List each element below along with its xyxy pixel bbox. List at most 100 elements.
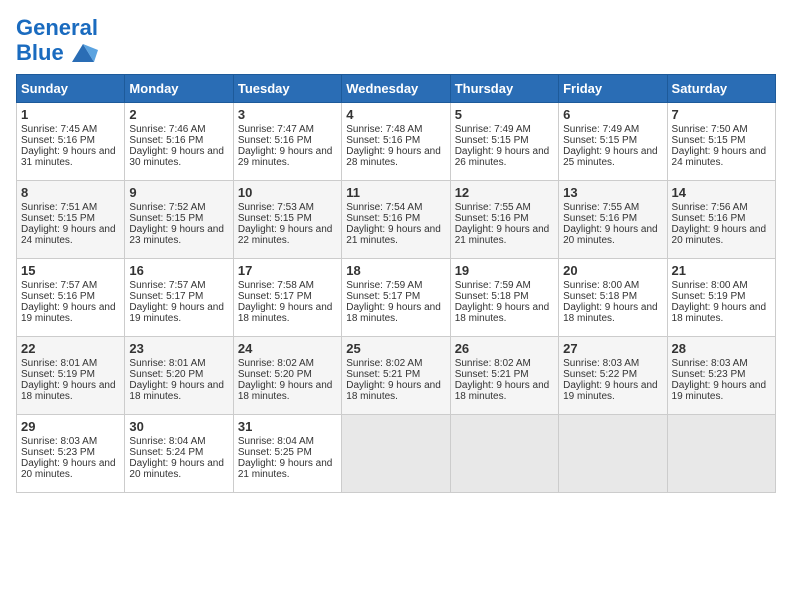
daylight-text: Daylight: 9 hours and 22 minutes. — [238, 224, 333, 246]
sunset-text: Sunset: 5:16 PM — [455, 213, 529, 224]
sunset-text: Sunset: 5:16 PM — [21, 291, 95, 302]
calendar-cell: 2Sunrise: 7:46 AMSunset: 5:16 PMDaylight… — [125, 103, 233, 181]
day-number: 19 — [455, 263, 554, 278]
day-number: 7 — [672, 107, 771, 122]
sunrise-text: Sunrise: 7:52 AM — [129, 202, 205, 213]
sunrise-text: Sunrise: 8:02 AM — [455, 358, 531, 369]
sunrise-text: Sunrise: 8:01 AM — [21, 358, 97, 369]
day-number: 10 — [238, 185, 337, 200]
calendar-cell: 21Sunrise: 8:00 AMSunset: 5:19 PMDayligh… — [667, 259, 775, 337]
calendar-cell: 29Sunrise: 8:03 AMSunset: 5:23 PMDayligh… — [17, 415, 125, 493]
weekday-header-tuesday: Tuesday — [233, 75, 341, 103]
sunset-text: Sunset: 5:17 PM — [238, 291, 312, 302]
sunrise-text: Sunrise: 7:45 AM — [21, 124, 97, 135]
daylight-text: Daylight: 9 hours and 18 minutes. — [563, 302, 658, 324]
sunset-text: Sunset: 5:20 PM — [129, 369, 203, 380]
day-number: 31 — [238, 419, 337, 434]
daylight-text: Daylight: 9 hours and 19 minutes. — [21, 302, 116, 324]
sunset-text: Sunset: 5:18 PM — [563, 291, 637, 302]
day-number: 6 — [563, 107, 662, 122]
day-number: 26 — [455, 341, 554, 356]
sunrise-text: Sunrise: 7:56 AM — [672, 202, 748, 213]
day-number: 3 — [238, 107, 337, 122]
calendar-cell: 17Sunrise: 7:58 AMSunset: 5:17 PMDayligh… — [233, 259, 341, 337]
calendar-cell: 4Sunrise: 7:48 AMSunset: 5:16 PMDaylight… — [342, 103, 450, 181]
daylight-text: Daylight: 9 hours and 23 minutes. — [129, 224, 224, 246]
weekday-header-friday: Friday — [559, 75, 667, 103]
daylight-text: Daylight: 9 hours and 18 minutes. — [238, 302, 333, 324]
calendar-cell: 19Sunrise: 7:59 AMSunset: 5:18 PMDayligh… — [450, 259, 558, 337]
sunrise-text: Sunrise: 7:53 AM — [238, 202, 314, 213]
week-row-4: 22Sunrise: 8:01 AMSunset: 5:19 PMDayligh… — [17, 337, 776, 415]
calendar-cell — [667, 415, 775, 493]
calendar-cell: 24Sunrise: 8:02 AMSunset: 5:20 PMDayligh… — [233, 337, 341, 415]
sunset-text: Sunset: 5:16 PM — [672, 213, 746, 224]
calendar-cell: 13Sunrise: 7:55 AMSunset: 5:16 PMDayligh… — [559, 181, 667, 259]
daylight-text: Daylight: 9 hours and 21 minutes. — [455, 224, 550, 246]
calendar-cell: 31Sunrise: 8:04 AMSunset: 5:25 PMDayligh… — [233, 415, 341, 493]
sunrise-text: Sunrise: 7:49 AM — [563, 124, 639, 135]
header: General Blue — [16, 16, 776, 66]
daylight-text: Daylight: 9 hours and 19 minutes. — [672, 380, 767, 402]
calendar-cell: 3Sunrise: 7:47 AMSunset: 5:16 PMDaylight… — [233, 103, 341, 181]
logo-blue: Blue — [16, 41, 64, 65]
day-number: 23 — [129, 341, 228, 356]
day-number: 9 — [129, 185, 228, 200]
day-number: 1 — [21, 107, 120, 122]
daylight-text: Daylight: 9 hours and 24 minutes. — [21, 224, 116, 246]
week-row-2: 8Sunrise: 7:51 AMSunset: 5:15 PMDaylight… — [17, 181, 776, 259]
calendar-cell: 8Sunrise: 7:51 AMSunset: 5:15 PMDaylight… — [17, 181, 125, 259]
daylight-text: Daylight: 9 hours and 20 minutes. — [563, 224, 658, 246]
daylight-text: Daylight: 9 hours and 21 minutes. — [346, 224, 441, 246]
sunrise-text: Sunrise: 8:01 AM — [129, 358, 205, 369]
calendar-cell: 10Sunrise: 7:53 AMSunset: 5:15 PMDayligh… — [233, 181, 341, 259]
sunrise-text: Sunrise: 7:57 AM — [129, 280, 205, 291]
day-number: 12 — [455, 185, 554, 200]
logo: General Blue — [16, 16, 98, 66]
calendar-cell: 12Sunrise: 7:55 AMSunset: 5:16 PMDayligh… — [450, 181, 558, 259]
sunrise-text: Sunrise: 7:48 AM — [346, 124, 422, 135]
sunrise-text: Sunrise: 8:02 AM — [238, 358, 314, 369]
sunset-text: Sunset: 5:20 PM — [238, 369, 312, 380]
calendar-header: SundayMondayTuesdayWednesdayThursdayFrid… — [17, 75, 776, 103]
calendar-cell: 7Sunrise: 7:50 AMSunset: 5:15 PMDaylight… — [667, 103, 775, 181]
daylight-text: Daylight: 9 hours and 29 minutes. — [238, 146, 333, 168]
daylight-text: Daylight: 9 hours and 26 minutes. — [455, 146, 550, 168]
sunset-text: Sunset: 5:15 PM — [21, 213, 95, 224]
day-number: 14 — [672, 185, 771, 200]
sunset-text: Sunset: 5:18 PM — [455, 291, 529, 302]
day-number: 29 — [21, 419, 120, 434]
sunset-text: Sunset: 5:23 PM — [672, 369, 746, 380]
day-number: 28 — [672, 341, 771, 356]
daylight-text: Daylight: 9 hours and 31 minutes. — [21, 146, 116, 168]
daylight-text: Daylight: 9 hours and 20 minutes. — [672, 224, 767, 246]
daylight-text: Daylight: 9 hours and 18 minutes. — [21, 380, 116, 402]
sunset-text: Sunset: 5:15 PM — [455, 135, 529, 146]
daylight-text: Daylight: 9 hours and 18 minutes. — [346, 380, 441, 402]
day-number: 30 — [129, 419, 228, 434]
calendar-body: 1Sunrise: 7:45 AMSunset: 5:16 PMDaylight… — [17, 103, 776, 493]
week-row-1: 1Sunrise: 7:45 AMSunset: 5:16 PMDaylight… — [17, 103, 776, 181]
sunset-text: Sunset: 5:17 PM — [346, 291, 420, 302]
calendar-cell: 30Sunrise: 8:04 AMSunset: 5:24 PMDayligh… — [125, 415, 233, 493]
daylight-text: Daylight: 9 hours and 20 minutes. — [21, 458, 116, 480]
day-number: 5 — [455, 107, 554, 122]
day-number: 20 — [563, 263, 662, 278]
sunrise-text: Sunrise: 7:54 AM — [346, 202, 422, 213]
calendar-cell: 18Sunrise: 7:59 AMSunset: 5:17 PMDayligh… — [342, 259, 450, 337]
daylight-text: Daylight: 9 hours and 25 minutes. — [563, 146, 658, 168]
sunrise-text: Sunrise: 8:00 AM — [563, 280, 639, 291]
sunrise-text: Sunrise: 7:57 AM — [21, 280, 97, 291]
calendar-cell: 1Sunrise: 7:45 AMSunset: 5:16 PMDaylight… — [17, 103, 125, 181]
sunrise-text: Sunrise: 8:04 AM — [238, 436, 314, 447]
calendar-table: SundayMondayTuesdayWednesdayThursdayFrid… — [16, 74, 776, 493]
calendar-container: General Blue SundayMondayTuesdayWednesda… — [0, 0, 792, 501]
day-number: 21 — [672, 263, 771, 278]
weekday-row: SundayMondayTuesdayWednesdayThursdayFrid… — [17, 75, 776, 103]
sunrise-text: Sunrise: 7:49 AM — [455, 124, 531, 135]
sunset-text: Sunset: 5:24 PM — [129, 447, 203, 458]
daylight-text: Daylight: 9 hours and 24 minutes. — [672, 146, 767, 168]
sunrise-text: Sunrise: 7:46 AM — [129, 124, 205, 135]
calendar-cell: 27Sunrise: 8:03 AMSunset: 5:22 PMDayligh… — [559, 337, 667, 415]
calendar-cell: 26Sunrise: 8:02 AMSunset: 5:21 PMDayligh… — [450, 337, 558, 415]
